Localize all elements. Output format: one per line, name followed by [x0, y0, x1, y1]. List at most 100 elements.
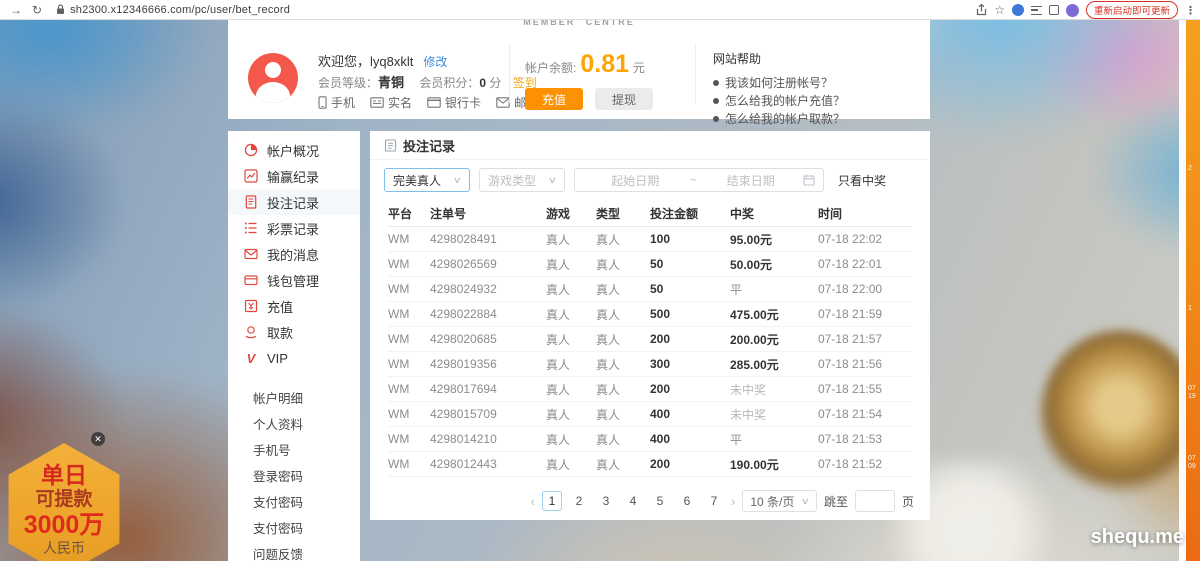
recharge-button[interactable]: 充值 [525, 88, 583, 110]
page-number-4[interactable]: 4 [623, 491, 643, 511]
bookmark-star-icon[interactable]: ☆ [994, 3, 1005, 17]
share-icon[interactable] [976, 4, 987, 16]
edit-profile-link[interactable]: 修改 [423, 55, 447, 69]
chevron-down-icon: ∨ [453, 175, 462, 186]
sidebar-subitem-登录密码[interactable]: 登录密码 [228, 462, 360, 488]
cell-game: 真人 [546, 381, 596, 398]
reading-list-icon[interactable] [1031, 6, 1042, 15]
promo-line3: 3000万 [24, 511, 105, 539]
sidebar-item-label: 钱包管理 [267, 271, 319, 290]
jump-page-input[interactable] [855, 490, 895, 512]
url-bar[interactable]: sh2300.x12346666.com/pc/user/bet_record [70, 4, 290, 16]
forward-icon[interactable]: → [10, 0, 22, 20]
bet-table-body: WM4298028491真人真人10095.00元07-18 22:02WM42… [388, 227, 912, 477]
reload-icon[interactable]: ↻ [32, 0, 42, 20]
end-date-input[interactable]: 结束日期 [699, 172, 804, 189]
only-win-filter[interactable]: 只看中奖 [838, 172, 886, 189]
sidebar-item-投注记录[interactable]: 投注记录 [228, 189, 360, 215]
sidebar-subitem-个人资料[interactable]: 个人资料 [228, 410, 360, 436]
cell-order: 4298014210 [430, 432, 546, 446]
balance-block: 帐户余额:0.81元 充值 提现 [525, 50, 653, 110]
column-header: 游戏 [546, 205, 596, 222]
strip-fragment: 1 [1188, 305, 1192, 313]
page-number-1[interactable]: 1 [542, 491, 562, 511]
page-size-select[interactable]: 10 条/页∨ [742, 490, 817, 512]
verify-item-银行卡[interactable]: 银行卡 [427, 94, 481, 111]
sidebar-item-label: 帐户概况 [267, 141, 319, 160]
member-header-panel: MEMBER CENTRE 欢迎您，lyq8xklt修改 会员等级：青铜 会员积… [228, 20, 930, 119]
sidebar-subitem-帐户明细[interactable]: 帐户明细 [228, 384, 360, 410]
sidebar-item-充值[interactable]: 充值 [228, 293, 360, 319]
sidebar-item-label: 我的消息 [267, 245, 319, 264]
page-title: 投注记录 [403, 136, 455, 155]
date-range-picker[interactable]: 起始日期 ~ 结束日期 [574, 168, 824, 192]
cell-type: 真人 [596, 281, 650, 298]
cell-amount: 300 [650, 357, 730, 371]
cell-order: 4298028491 [430, 232, 546, 246]
verify-item-手机[interactable]: 手机 [318, 94, 355, 111]
sidebar-subitem-支付密码[interactable]: 支付密码 [228, 488, 360, 514]
page-right-edge [1179, 20, 1186, 561]
strip-fragment: 2 [1188, 165, 1192, 173]
bet-record-icon [244, 195, 258, 209]
verify-label: 银行卡 [445, 94, 481, 111]
page-number-3[interactable]: 3 [596, 491, 616, 511]
help-item[interactable]: 怎么给我的帐户充值？ [713, 92, 845, 110]
next-page-icon[interactable]: › [731, 494, 735, 509]
page-number-7[interactable]: 7 [704, 491, 724, 511]
withdraw-icon [244, 325, 258, 339]
prev-page-icon[interactable]: ‹ [531, 494, 535, 509]
sidebar-item-取款[interactable]: 取款 [228, 319, 360, 345]
promo-close-icon[interactable]: ✕ [91, 432, 105, 446]
cell-platform: WM [388, 457, 430, 471]
cell-game: 真人 [546, 281, 596, 298]
cell-order: 4298017694 [430, 382, 546, 396]
cell-win: 平 [730, 431, 818, 448]
sidebar-item-VIP[interactable]: VVIP [228, 345, 360, 371]
cell-platform: WM [388, 307, 430, 321]
cell-order: 4298020685 [430, 332, 546, 346]
points-unit: 分 [489, 76, 501, 90]
help-item-label: 怎么给我的帐户取款？ [725, 110, 845, 128]
sidebar-item-彩票记录[interactable]: 彩票记录 [228, 215, 360, 241]
withdraw-button[interactable]: 提现 [595, 88, 653, 110]
sidebar-item-钱包管理[interactable]: 钱包管理 [228, 267, 360, 293]
start-date-input[interactable]: 起始日期 [583, 172, 688, 189]
help-item[interactable]: 怎么给我的帐户取款？ [713, 110, 845, 128]
header-divider [695, 45, 696, 103]
browser-menu-icon[interactable]: ⋮ [1185, 4, 1196, 17]
update-button[interactable]: 重新启动即可更新 [1086, 1, 1178, 19]
table-row: WM4298022884真人真人500475.00元07-18 21:59 [388, 302, 912, 327]
help-item[interactable]: 我该如何注册帐号？ [713, 74, 845, 92]
page-number-2[interactable]: 2 [569, 491, 589, 511]
sidebar-item-帐户概况[interactable]: 帐户概况 [228, 137, 360, 163]
extension-icon[interactable] [1012, 4, 1024, 16]
game-type-select[interactable]: 游戏类型∨ [479, 168, 565, 192]
cell-win: 475.00元 [730, 306, 818, 323]
panel-title-row: 投注记录 [370, 131, 930, 160]
cell-type: 真人 [596, 256, 650, 273]
level-value: 青铜 [378, 75, 404, 90]
tab-group-icon[interactable] [1049, 5, 1059, 15]
sidebar-subitem-支付密码[interactable]: 支付密码 [228, 514, 360, 540]
header-divider [509, 45, 510, 103]
browser-profile-avatar[interactable] [1066, 4, 1079, 17]
platform-select[interactable]: 完美真人∨ [384, 168, 470, 192]
sidebar-item-我的消息[interactable]: 我的消息 [228, 241, 360, 267]
verify-item-实名[interactable]: 实名 [370, 94, 412, 111]
page-number-6[interactable]: 6 [677, 491, 697, 511]
cell-amount: 50 [650, 282, 730, 296]
page-number-5[interactable]: 5 [650, 491, 670, 511]
bet-table: 平台注单号游戏类型投注金额中奖时间 WM4298028491真人真人10095.… [370, 200, 930, 477]
verify-label: 实名 [388, 94, 412, 111]
cell-time: 07-18 22:01 [818, 257, 912, 271]
winloss-record-icon [244, 169, 258, 183]
sidebar-subitem-问题反馈[interactable]: 问题反馈 [228, 540, 360, 561]
sidebar-subitem-手机号[interactable]: 手机号 [228, 436, 360, 462]
cell-win: 200.00元 [730, 331, 818, 348]
roulette-wheel-image [1040, 330, 1200, 500]
recharge-icon [244, 299, 258, 313]
help-list: 我该如何注册帐号？怎么给我的帐户充值？怎么给我的帐户取款？ [713, 74, 845, 128]
sidebar-item-输赢纪录[interactable]: 输赢纪录 [228, 163, 360, 189]
verify-label: 手机 [331, 94, 355, 111]
